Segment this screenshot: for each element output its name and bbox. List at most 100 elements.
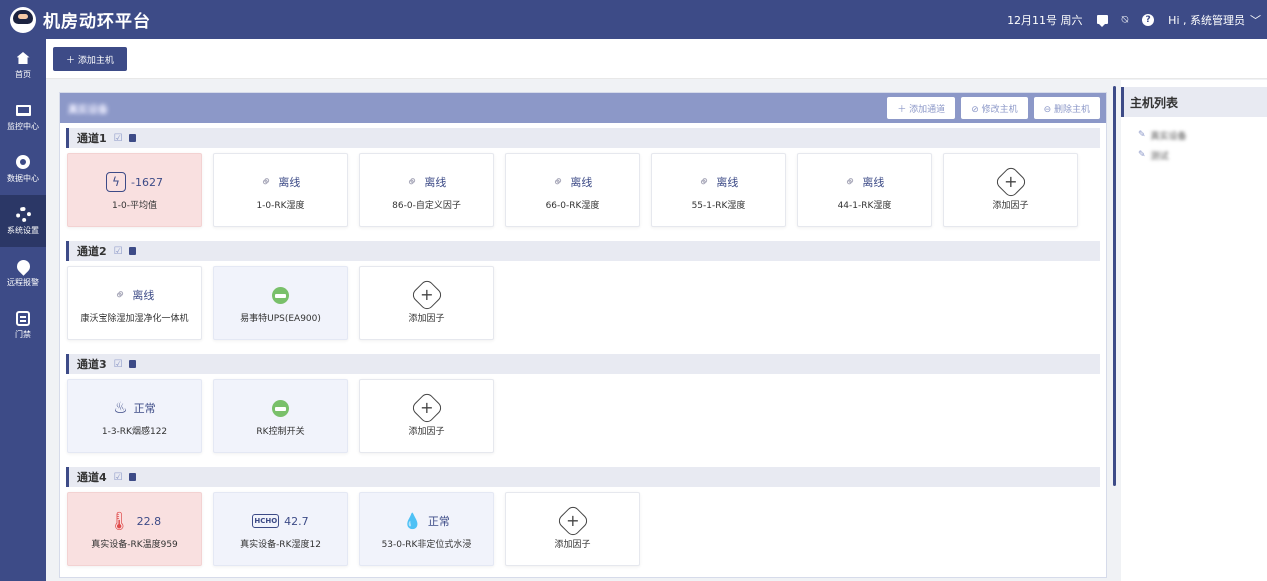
card-row: ♨ 正常 1-3-RK烟感122 RK控制开关 + 添加因子 [66, 379, 1100, 455]
channel-header: 通道1 ☑ [66, 128, 1100, 148]
factor-label: 66-0-RK湿度 [545, 201, 600, 211]
add-factor-card[interactable]: + 添加因子 [943, 153, 1078, 227]
host-name: 真实设备 [1150, 131, 1187, 142]
date-display: 12月11号 周六 [1007, 13, 1083, 27]
factor-value: 离线 [862, 176, 885, 189]
host-list-item[interactable]: ✎ 真实设备 [1138, 125, 1267, 145]
add-icon: + [409, 278, 444, 312]
factor-label: 1-0-RK湿度 [256, 201, 305, 211]
sidebar-item-label: 远程报警 [7, 278, 39, 287]
add-channel-button[interactable]: ＋ 添加通道 [887, 97, 956, 119]
sidebar-item-label: 监控中心 [7, 122, 39, 131]
sidebar-item-label: 数据中心 [7, 174, 39, 183]
sidebar-item-door[interactable]: 门禁 [0, 299, 46, 351]
add-factor-card[interactable]: + 添加因子 [505, 492, 640, 566]
factor-card[interactable]: 易事特UPS(EA900) [213, 266, 348, 340]
add-host-button[interactable]: ＋ 添加主机 [53, 47, 127, 71]
host-name: 测试 [1150, 151, 1169, 162]
link-broken-icon: ⚭ [694, 172, 715, 192]
delete-host-button[interactable]: ⊖ 删除主机 [1033, 97, 1100, 119]
card-row: ⚭ 离线 康沃宝除湿加湿净化一体机易事特UPS(EA900) + 添加因子 [66, 266, 1100, 342]
factor-card[interactable]: ♨ 正常 1-3-RK烟感122 [67, 379, 202, 453]
factor-value: 正常 [427, 515, 450, 528]
factor-card[interactable]: HCHO 42.7 真实设备-RK湿度12 [213, 492, 348, 566]
factor-card[interactable]: ⚭ 离线 66-0-RK湿度 [505, 153, 640, 227]
ups-icon [272, 286, 289, 304]
add-factor-card[interactable]: + 添加因子 [359, 266, 494, 340]
factor-label: 添加因子 [408, 314, 445, 324]
host-list-title: 主机列表 [1121, 87, 1267, 117]
factor-card[interactable]: ⚭ 离线 1-0-RK湿度 [213, 153, 348, 227]
factor-label: 真实设备-RK温度959 [91, 540, 178, 550]
toolbar: ＋ 添加主机 [46, 39, 1267, 79]
link-broken-icon: ⚭ [110, 285, 131, 305]
edit-icon[interactable]: ☑ [114, 246, 123, 257]
factor-card[interactable]: 🌡 22.8 真实设备-RK温度959 [67, 492, 202, 566]
trash-icon[interactable] [128, 134, 136, 142]
add-factor-card[interactable]: + 添加因子 [359, 379, 494, 453]
sidebar-item-settings[interactable]: 系统设置 [0, 195, 46, 247]
channel-header: 通道3 ☑ [66, 354, 1100, 374]
host-list-panel: 主机列表 ✎ 真实设备 ✎ 测试 [1121, 80, 1267, 581]
sidebar-item-monitor[interactable]: 监控中心 [0, 91, 46, 143]
channel-header: 通道2 ☑ [66, 241, 1100, 261]
door-icon [15, 310, 31, 326]
factor-value: -1627 [131, 175, 163, 189]
factor-card[interactable]: ⚭ 离线 44-1-RK湿度 [797, 153, 932, 227]
factor-label: 易事特UPS(EA900) [240, 314, 321, 324]
factor-card[interactable]: RK控制开关 [213, 379, 348, 453]
edit-icon[interactable]: ☑ [114, 472, 123, 483]
factor-card[interactable]: ϟ -1627 1-0-平均值 [67, 153, 202, 227]
scrollbar[interactable] [1113, 86, 1116, 486]
factor-label: 55-1-RK湿度 [691, 201, 746, 211]
factor-label: 添加因子 [554, 540, 591, 550]
sidebar-item-label: 系统设置 [7, 226, 39, 235]
chevron-down-icon: ﹀ [1250, 13, 1261, 27]
channel-section: 通道3 ☑ ♨ 正常 1-3-RK烟感122 RK控制开关 + 添加因子 [66, 354, 1100, 455]
sidebar-item-data[interactable]: 数据中心 [0, 143, 46, 195]
lightning-icon: ϟ [106, 172, 127, 192]
pen-icon: ✎ [1138, 150, 1146, 160]
factor-label: 真实设备-RK湿度12 [240, 540, 321, 550]
factor-value: 离线 [132, 289, 155, 302]
trash-icon[interactable] [128, 360, 136, 368]
trash-icon[interactable] [128, 247, 136, 255]
factor-value: 22.8 [136, 514, 162, 528]
factor-value: 离线 [278, 176, 301, 189]
link-broken-icon: ⚭ [256, 172, 277, 192]
card-row: ϟ -1627 1-0-平均值 ⚭ 离线 1-0-RK湿度 ⚭ 离线 86-0-自定义因子 ⚭ 离线… [66, 153, 1100, 229]
channel-name: 通道1 [77, 132, 107, 145]
logo-icon [10, 6, 36, 33]
channel-name: 通道4 [77, 471, 107, 484]
factor-card[interactable]: 💧 正常 53-0-RK非定位式水浸 [359, 492, 494, 566]
factor-card[interactable]: ⚭ 离线 86-0-自定义因子 [359, 153, 494, 227]
add-icon: + [409, 391, 444, 425]
data-icon [15, 154, 31, 170]
bell-off-icon[interactable]: ⍉ [1122, 13, 1129, 27]
host-list-item[interactable]: ✎ 测试 [1138, 145, 1267, 165]
hcho-icon: HCHO [252, 514, 280, 528]
alarm-icon [13, 256, 33, 276]
factor-value: 正常 [133, 402, 156, 415]
edit-icon[interactable]: ☑ [114, 133, 123, 144]
message-icon[interactable] [1096, 15, 1108, 27]
factor-label: 添加因子 [992, 201, 1029, 211]
edit-host-button[interactable]: ⊘ 修改主机 [961, 97, 1028, 119]
sidebar-item-alarm[interactable]: 远程报警 [0, 247, 46, 299]
link-broken-icon: ⚭ [402, 172, 423, 192]
factor-card[interactable]: ⚭ 离线 55-1-RK湿度 [651, 153, 786, 227]
sidebar-item-home[interactable]: 首页 [0, 39, 46, 91]
pen-icon: ✎ [1138, 130, 1146, 140]
trash-icon[interactable] [128, 473, 136, 481]
device-header: 真实设备 ＋ 添加通道 ⊘ 修改主机 ⊖ 删除主机 [60, 93, 1106, 123]
sidebar-item-label: 首页 [15, 70, 31, 79]
thermometer-icon: 🌡 [107, 510, 131, 532]
help-icon[interactable]: ? [1142, 13, 1155, 26]
factor-label: 1-0-平均值 [112, 201, 157, 211]
factor-card[interactable]: ⚭ 离线 康沃宝除湿加湿净化一体机 [67, 266, 202, 340]
settings-icon [15, 206, 31, 222]
channel-name: 通道2 [77, 245, 107, 258]
user-greeting: Hi , 系统管理员 [1168, 13, 1245, 27]
user-menu[interactable]: Hi , 系统管理员 ﹀ [1168, 12, 1261, 28]
edit-icon[interactable]: ☑ [114, 359, 123, 370]
